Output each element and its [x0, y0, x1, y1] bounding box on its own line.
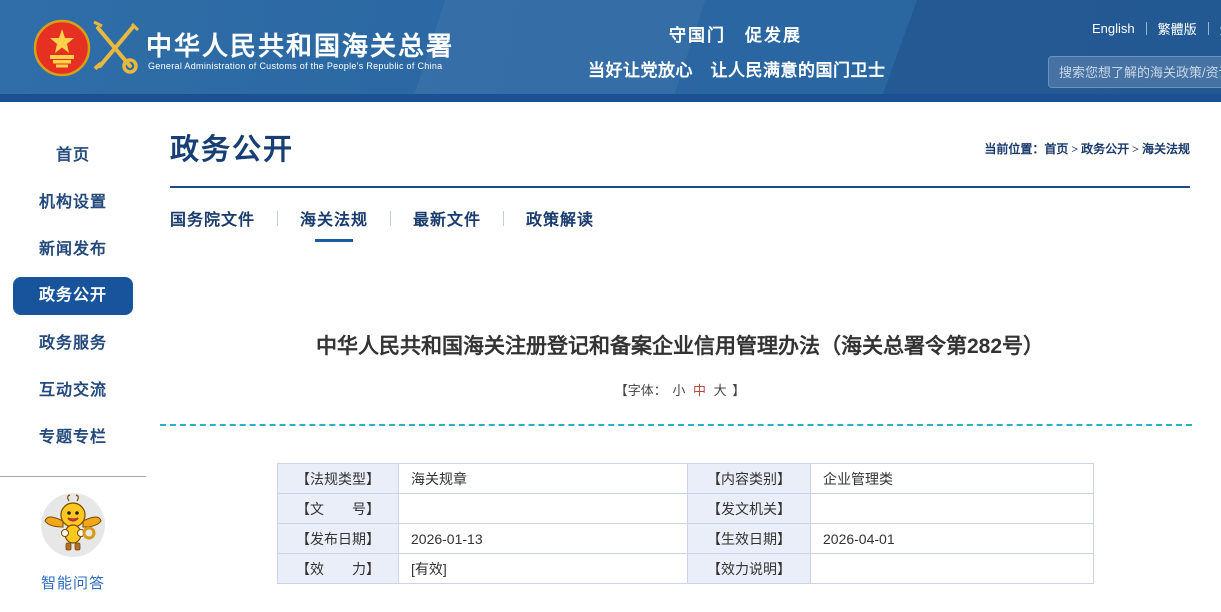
font-size-suffix: 】 [732, 383, 745, 398]
value-validity: [有效] [399, 554, 688, 584]
label-effective-date: 【生效日期】 [688, 524, 811, 554]
label-validity-note: 【效力说明】 [688, 554, 811, 584]
font-size-medium-button[interactable]: 中 [691, 383, 708, 398]
table-row: 【效 力】 [有效] 【效力说明】 [278, 554, 1094, 584]
link-accessibility[interactable]: 无障碍 [1209, 19, 1221, 38]
article-title: 中华人民共和国海关注册登记和备案企业信用管理办法（海关总署令第282号） [170, 330, 1190, 360]
sidebar-item-organization[interactable]: 机构设置 [0, 179, 146, 226]
label-publish-date: 【发布日期】 [278, 524, 399, 554]
sidebar-item-special-topics[interactable]: 专题专栏 [0, 414, 146, 461]
mascot-icon [39, 546, 107, 563]
value-content-category: 企业管理类 [811, 464, 1094, 494]
sidebar-item-home[interactable]: 首页 [0, 132, 146, 179]
table-row: 【法规类型】 海关规章 【内容类别】 企业管理类 [278, 464, 1094, 494]
page-title: 政务公开 [170, 126, 294, 168]
font-size-small-button[interactable]: 小 [670, 383, 687, 398]
national-emblem-icon [33, 19, 91, 82]
search-input[interactable] [1049, 57, 1221, 87]
header-slogans: 守国门 促发展 当好让党放心 让人民满意的国门卫士 [588, 21, 883, 81]
tab-customs-regulations[interactable]: 海关法规 [300, 202, 368, 242]
table-row: 【文 号】 【发文机关】 [278, 494, 1094, 524]
sidebar-item-interaction[interactable]: 互动交流 [0, 367, 146, 414]
label-document-number: 【文 号】 [278, 494, 399, 524]
table-row: 【发布日期】 2026-01-13 【生效日期】 2026-04-01 [278, 524, 1094, 554]
value-validity-note [811, 554, 1094, 584]
slogan-line-1: 守国门 促发展 [588, 21, 883, 46]
smart-qa-label[interactable]: 智能问答 [0, 572, 146, 593]
header-search-box [1048, 56, 1221, 88]
slogan-line-2: 当好让党放心 让人民满意的国门卫士 [588, 56, 883, 81]
tab-latest-documents[interactable]: 最新文件 [413, 202, 481, 242]
header-bottom-strip [0, 94, 1221, 102]
sidebar: 首页 机构设置 新闻发布 政务公开 政务服务 互动交流 专题专栏 [0, 102, 146, 612]
smart-qa-widget[interactable]: 智能问答 [0, 491, 146, 593]
page: 中华人民共和国海关总署 General Administration of Cu… [0, 0, 1221, 612]
link-english[interactable]: English [1092, 21, 1146, 36]
font-size-selector: 【字体： 小 中 大 】 [170, 380, 1190, 399]
sidebar-item-government-disclosure[interactable]: 政务公开 [13, 277, 133, 315]
label-validity: 【效 力】 [278, 554, 399, 584]
breadcrumb[interactable]: 当前位置：首页 > 政务公开 > 海关法规 [984, 140, 1190, 157]
header-language-links: English 繁體版 无障碍 [1092, 19, 1221, 38]
sidebar-item-government-services[interactable]: 政务服务 [0, 320, 146, 367]
tab-state-council-documents[interactable]: 国务院文件 [170, 202, 255, 242]
site-title: 中华人民共和国海关总署 [146, 26, 454, 63]
label-regulation-type: 【法规类型】 [278, 464, 399, 494]
value-effective-date: 2026-04-01 [811, 524, 1094, 554]
link-traditional-chinese[interactable]: 繁體版 [1147, 19, 1208, 38]
tab-separator [390, 211, 391, 226]
value-publish-date: 2026-01-13 [399, 524, 688, 554]
value-issuing-authority [811, 494, 1094, 524]
site-subtitle: General Administration of Customs of the… [148, 61, 442, 71]
dashed-divider [160, 424, 1192, 426]
sidebar-separator [0, 476, 146, 477]
label-content-category: 【内容类别】 [688, 464, 811, 494]
site-header: 中华人民共和国海关总署 General Administration of Cu… [0, 0, 1221, 94]
font-size-large-button[interactable]: 大 [712, 383, 729, 398]
customs-key-emblem-icon [90, 20, 140, 81]
sidebar-menu: 首页 机构设置 新闻发布 政务公开 政务服务 互动交流 专题专栏 [0, 102, 146, 461]
label-issuing-authority: 【发文机关】 [688, 494, 811, 524]
tab-separator [503, 211, 504, 226]
tab-bar: 国务院文件 海关法规 最新文件 政策解读 [170, 202, 616, 242]
value-regulation-type: 海关规章 [399, 464, 688, 494]
title-divider [170, 186, 1190, 188]
tab-policy-interpretation[interactable]: 政策解读 [526, 202, 594, 242]
regulation-info-table: 【法规类型】 海关规章 【内容类别】 企业管理类 【文 号】 【发文机关】 【发… [277, 463, 1094, 584]
value-document-number [399, 494, 688, 524]
main-content: 政务公开 当前位置：首页 > 政务公开 > 海关法规 国务院文件 海关法规 最新… [146, 102, 1221, 612]
tab-separator [277, 211, 278, 226]
sidebar-item-news[interactable]: 新闻发布 [0, 226, 146, 273]
font-size-prefix: 【字体： [615, 383, 667, 398]
